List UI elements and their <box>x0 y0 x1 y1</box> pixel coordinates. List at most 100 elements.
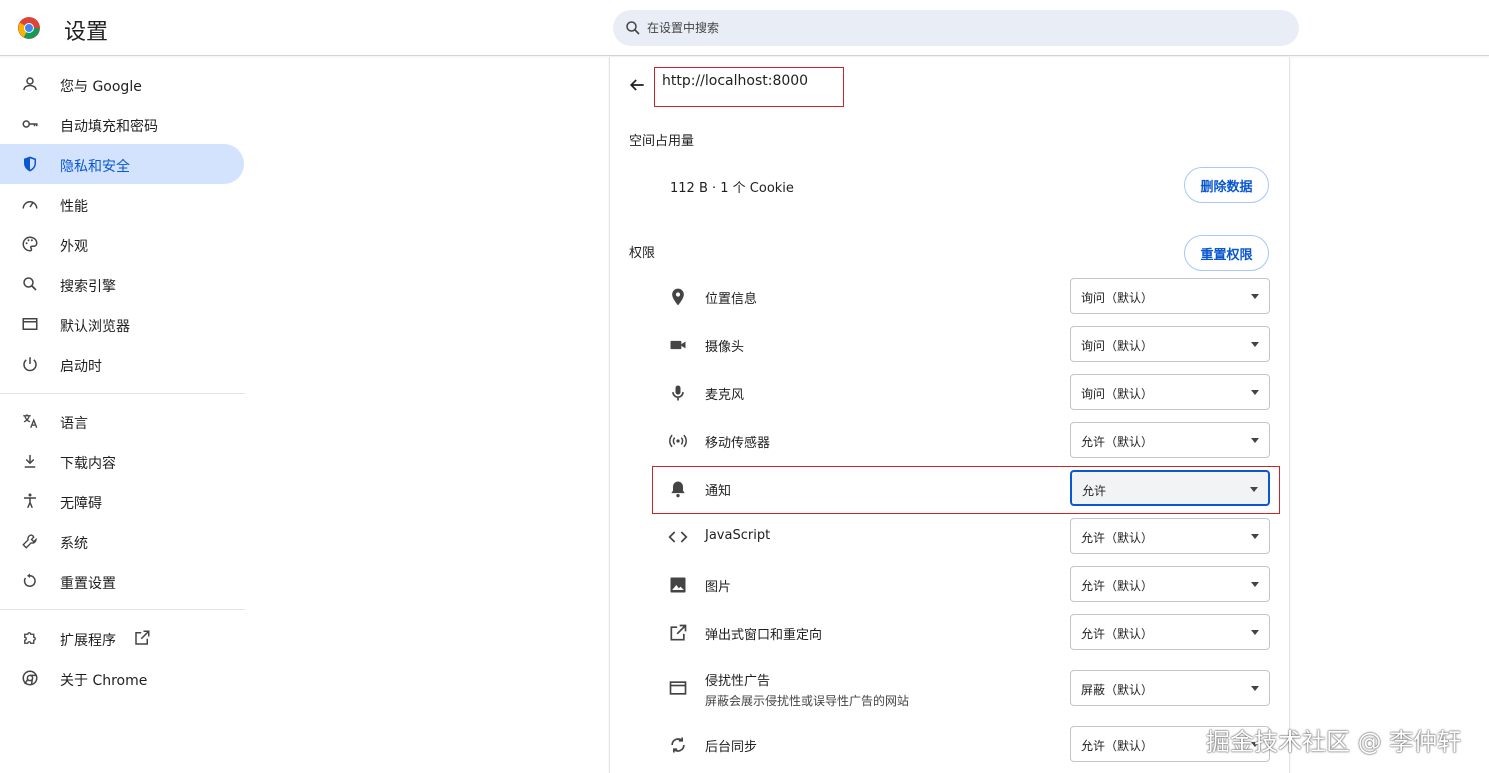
reset-permissions-button[interactable]: 重置权限 <box>1184 235 1269 271</box>
sidebar-item-label: 重置设置 <box>60 576 116 592</box>
open-external-icon <box>670 624 687 641</box>
permission-value: 询问（默认） <box>1081 387 1154 401</box>
permission-select[interactable]: 询问（默认） <box>1070 374 1270 410</box>
speedometer-icon <box>22 201 38 209</box>
page-title: 设置 <box>64 20 109 45</box>
puzzle-icon <box>24 632 36 644</box>
sync-icon <box>671 737 685 753</box>
permission-value: 询问（默认） <box>1081 339 1154 353</box>
sidebar-item-label: 扩展程序 <box>60 633 116 649</box>
back-arrow-icon[interactable] <box>627 75 647 95</box>
ad-window-icon <box>669 681 687 695</box>
sidebar-divider <box>0 609 245 610</box>
dropdown-caret-icon <box>1251 534 1259 539</box>
sidebar-item-label: 语言 <box>60 416 88 432</box>
wrench-icon <box>22 534 37 549</box>
permission-value: 询问（默认） <box>1081 291 1154 305</box>
permission-row-motion-sensors: 移动传感器 允许（默认） <box>652 416 1270 464</box>
delete-data-button[interactable]: 删除数据 <box>1184 167 1269 203</box>
sidebar-item-system[interactable]: 系统 <box>0 521 244 561</box>
watermark: 掘金技术社区 @ 李仲轩 <box>1206 728 1462 756</box>
open-external-icon <box>135 630 150 645</box>
permission-row-images: 图片 允许（默认） <box>652 560 1270 608</box>
sidebar-item-languages[interactable]: 语言 <box>0 401 244 441</box>
permission-row-javascript: JavaScript 允许（默认） <box>652 512 1270 560</box>
sidebar-item-privacy[interactable]: 隐私和安全 <box>0 144 244 184</box>
sidebar-item-label: 启动时 <box>60 359 102 375</box>
permission-label: 侵扰性广告 <box>705 674 771 689</box>
dropdown-caret-icon <box>1251 390 1259 395</box>
permission-row-intrusive-ads: 侵扰性广告 屏蔽会展示侵扰性或误导性广告的网站 屏蔽（默认） <box>652 656 1270 718</box>
sidebar-item-accessibility[interactable]: 无障碍 <box>0 481 244 521</box>
sidebar-item-label: 下载内容 <box>60 456 116 472</box>
permission-label: 移动传感器 <box>705 436 771 451</box>
accessibility-icon <box>24 493 36 509</box>
permission-value: 屏蔽（默认） <box>1081 683 1154 697</box>
sidebar-item-you-and-google[interactable]: 您与 Google <box>0 64 244 104</box>
permission-select[interactable]: 询问（默认） <box>1070 278 1270 314</box>
permission-select[interactable]: 询问（默认） <box>1070 326 1270 362</box>
sidebar-item-performance[interactable]: 性能 <box>0 184 244 224</box>
permission-label: 麦克风 <box>705 388 745 403</box>
highlight-box <box>652 466 1280 514</box>
sidebar-item-label: 默认浏览器 <box>60 319 130 335</box>
permission-value: 允许（默认） <box>1081 579 1154 593</box>
person-icon <box>23 77 37 91</box>
dropdown-caret-icon <box>1251 582 1259 587</box>
permission-row-camera: 摄像头 询问（默认） <box>652 320 1270 368</box>
search-icon <box>23 277 37 291</box>
permission-label: JavaScript <box>705 528 771 543</box>
permission-value: 允许（默认） <box>1081 627 1154 641</box>
usage-section-title: 空间占用量 <box>629 134 695 149</box>
sidebar-item-downloads[interactable]: 下载内容 <box>0 441 244 481</box>
permission-select[interactable]: 允许（默认） <box>1070 422 1270 458</box>
sidebar-item-search-engine[interactable]: 搜索引擎 <box>0 264 244 304</box>
permission-label: 位置信息 <box>705 292 758 307</box>
permission-select[interactable]: 屏蔽（默认） <box>1070 670 1270 706</box>
sidebar-item-extensions[interactable]: 扩展程序 <box>0 618 244 658</box>
sidebar-divider <box>0 393 245 394</box>
permission-row-location: 位置信息 询问（默认） <box>652 272 1270 320</box>
permissions-section-title: 权限 <box>629 246 656 261</box>
permission-label: 摄像头 <box>705 340 745 355</box>
search-icon <box>626 21 640 35</box>
sidebar-item-about-chrome[interactable]: 关于 Chrome <box>0 658 244 698</box>
permission-select[interactable]: 允许（默认） <box>1070 566 1270 602</box>
permission-value: 允许（默认） <box>1081 531 1154 545</box>
permission-select[interactable]: 允许（默认） <box>1070 614 1270 650</box>
permission-label: 弹出式窗口和重定向 <box>705 628 823 643</box>
key-icon <box>22 120 38 128</box>
dropdown-caret-icon <box>1251 342 1259 347</box>
shield-icon <box>24 156 36 172</box>
translate-icon <box>23 414 38 429</box>
code-icon <box>668 531 688 543</box>
permission-value: 允许（默认） <box>1081 435 1154 449</box>
sidebar-item-appearance[interactable]: 外观 <box>0 224 244 264</box>
location-pin-icon <box>672 288 684 306</box>
search-input[interactable] <box>647 10 1267 46</box>
chrome-icon <box>22 670 38 686</box>
site-settings-card: http://localhost:8000 空间占用量 112 B · 1 个 … <box>609 57 1290 773</box>
settings-header: 设置 <box>0 0 1489 56</box>
sidebar-item-default-browser[interactable]: 默认浏览器 <box>0 304 244 344</box>
microphone-icon <box>672 385 684 401</box>
reset-icon <box>23 573 36 587</box>
permission-label: 图片 <box>705 580 732 595</box>
permission-row-popups: 弹出式窗口和重定向 允许（默认） <box>652 608 1270 656</box>
sidebar-item-label: 无障碍 <box>60 496 102 512</box>
sidebar-item-label: 搜索引擎 <box>60 279 116 295</box>
sidebar-item-reset-settings[interactable]: 重置设置 <box>0 561 244 601</box>
settings-sidebar: 您与 Google 自动填充和密码 隐私和安全 性能 外观 搜索引擎 默认浏览器… <box>0 57 245 773</box>
sidebar-item-label: 性能 <box>60 199 88 215</box>
permission-row-background-sync: 后台同步 允许（默认） <box>652 720 1270 768</box>
browser-window-icon <box>22 318 38 330</box>
sidebar-item-on-startup[interactable]: 启动时 <box>0 344 244 384</box>
chrome-logo-icon <box>18 17 40 39</box>
sidebar-item-autofill[interactable]: 自动填充和密码 <box>0 104 244 144</box>
settings-search-bar[interactable] <box>613 10 1299 46</box>
sidebar-item-label: 系统 <box>60 536 88 552</box>
usage-text: 112 B · 1 个 Cookie <box>670 181 794 196</box>
permission-select[interactable]: 允许（默认） <box>1070 518 1270 554</box>
permission-sublabel: 屏蔽会展示侵扰性或误导性广告的网站 <box>705 694 910 708</box>
sensor-icon <box>669 434 687 448</box>
